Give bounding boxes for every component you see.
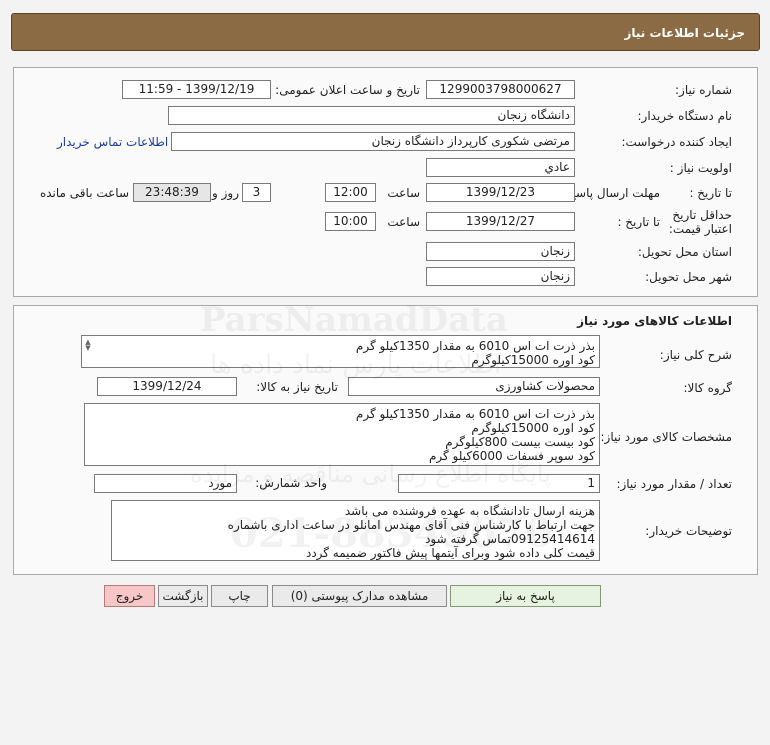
page-header: جزئیات اطلاعات نیاز	[11, 13, 760, 51]
summary-field: ▲ ▼ بذر ذرت ات اس 6010 به مقدار 1350کیلو …	[81, 335, 600, 368]
validity-time-field: 10:00	[325, 212, 376, 231]
buyer-org-field: دانشگاه زنجان	[168, 106, 575, 125]
group-label: گروه کالا:	[683, 381, 733, 395]
contact-buyer-link[interactable]: اطلاعات تماس خریدار	[57, 135, 168, 149]
city-field: زنجان	[426, 267, 575, 286]
need-date-label: تاریخ نیاز به کالا:	[256, 380, 338, 394]
need-date-field: 1399/12/24	[97, 377, 237, 396]
creator-field: مرتضی شکوری کارپرداز دانشگاه زنجان	[171, 132, 575, 151]
announce-label: تاریخ و ساعت اعلان عمومی:	[275, 83, 420, 97]
deadline-time-label: ساعت	[387, 186, 420, 200]
city-label: شهر محل تحویل:	[645, 270, 732, 284]
creator-label: ایجاد کننده درخواست:	[621, 135, 732, 149]
need-number-label: شماره نیاز:	[675, 83, 732, 97]
specs-label: مشخصات کالای مورد نیاز:	[600, 430, 732, 444]
deadline-label: مهلت ارسال پاسخ:	[564, 186, 660, 200]
remaining-time-field: 23:48:39	[133, 183, 211, 202]
remaining-label: ساعت باقی مانده	[39, 186, 129, 200]
days-label: روز و	[212, 186, 239, 200]
buyer-notes-line: هزینه ارسال تادانشگاه به عهده فروشنده می…	[344, 504, 595, 518]
province-label: استان محل تحویل:	[637, 245, 732, 259]
need-info-panel	[13, 67, 758, 297]
reply-button[interactable]: پاسخ به نیاز	[450, 585, 601, 607]
province-field: زنجان	[426, 242, 575, 261]
specs-field: بذر ذرت ات اس 6010 به مقدار 1350کیلو گرم…	[84, 403, 600, 466]
announce-field: 1399/12/19 - 11:59	[122, 80, 271, 99]
priority-label: اولویت نیاز :	[669, 161, 732, 175]
buyer-org-label: نام دستگاه خریدار:	[637, 109, 733, 123]
scroll-arrows-icon[interactable]: ▲ ▼	[84, 339, 92, 352]
goods-section-title: اطلاعات کالاهای مورد نیاز	[577, 314, 732, 328]
specs-line: بذر ذرت ات اس 6010 به مقدار 1350کیلو گرم	[355, 407, 595, 421]
unit-field: مورد	[94, 474, 237, 493]
buyer-notes-line: جهت ارتباط با کارشناس فنی آقای مهندس اما…	[227, 518, 595, 546]
specs-line: کود بیست بیست 800کیلوگرم	[445, 435, 595, 449]
specs-line: کود اوره 15000کیلوگرم	[471, 421, 595, 435]
deadline-time-field: 12:00	[325, 183, 376, 202]
print-button[interactable]: چاپ	[211, 585, 268, 607]
back-button[interactable]: بازگشت	[158, 585, 208, 607]
buyer-notes-label: توضیحات خریدار:	[645, 524, 732, 538]
validity-to-date-label: تا تاریخ :	[617, 215, 660, 229]
days-remaining-field: 3	[242, 183, 271, 202]
unit-label: واحد شمارش:	[255, 476, 327, 490]
deadline-to-date-label: تا تاریخ :	[689, 186, 732, 200]
priority-field: عادي	[426, 158, 575, 177]
specs-line: کود سوپر فسفات 6000کیلو گرم	[428, 449, 595, 463]
validity-time-label: ساعت	[387, 215, 420, 229]
summary-line: بذر ذرت ات اس 6010 به مقدار 1350کیلو گرم	[355, 339, 595, 353]
need-number-field: 1299003798000627	[426, 80, 575, 99]
page-title: جزئیات اطلاعات نیاز	[624, 26, 745, 40]
exit-button[interactable]: خروج	[104, 585, 155, 607]
deadline-date-field: 1399/12/23	[426, 183, 575, 202]
quantity-label: تعداد / مقدار مورد نیاز:	[616, 477, 732, 491]
summary-label: شرح کلی نیاز:	[659, 348, 732, 362]
summary-line: کود اوره 15000کیلوگرم	[471, 353, 595, 367]
buyer-notes-line: قیمت کلی داده شود وبرای آیتمها پیش فاکتو…	[305, 546, 595, 560]
validity-date-field: 1399/12/27	[426, 212, 575, 231]
group-field: محصولات کشاورزی	[348, 377, 600, 396]
validity-label: حداقل تاریخ اعتبار قیمت:	[668, 208, 732, 236]
buyer-notes-field: هزینه ارسال تادانشگاه به عهده فروشنده می…	[111, 500, 600, 561]
quantity-field: 1	[398, 474, 600, 493]
view-attachments-button[interactable]: مشاهده مدارک پیوستی (0)	[272, 585, 447, 607]
